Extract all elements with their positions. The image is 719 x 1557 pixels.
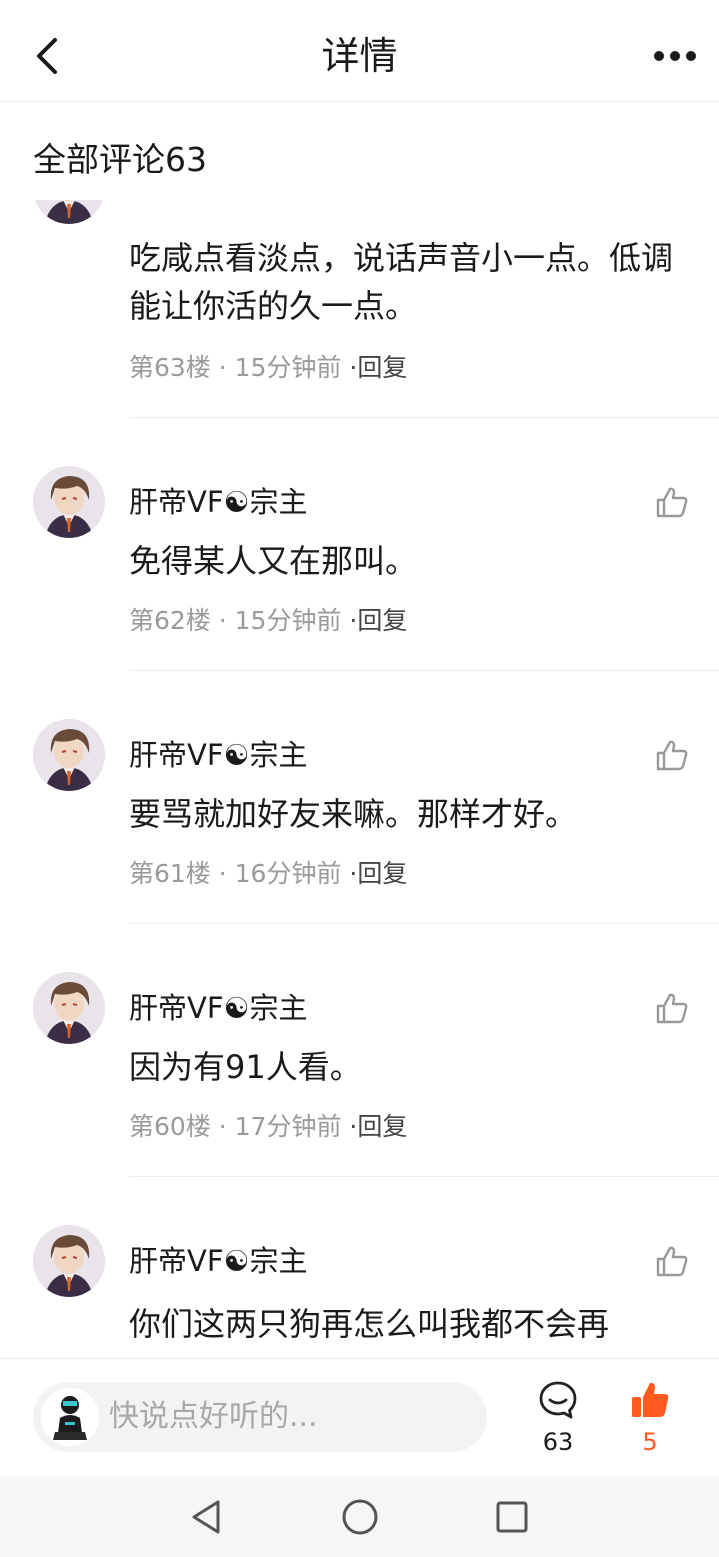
more-dots-icon (654, 51, 696, 61)
comment-floor: 第63楼 (129, 353, 211, 382)
top-header: 详情 (0, 0, 719, 102)
comment-divider (129, 1176, 719, 1177)
comment-text: 你们这两只狗再怎么叫我都不会再 (129, 1305, 610, 1343)
comment-meta: 第61楼 · 16分钟前 ·回复 (129, 859, 408, 888)
user-name[interactable]: 肝帝VF☯宗主 (129, 1241, 308, 1281)
user-name[interactable]: 肝帝VF☯宗主 (129, 482, 308, 522)
like-button[interactable] (652, 735, 692, 775)
system-nav-bar (0, 1476, 719, 1557)
like-button[interactable] (652, 1241, 692, 1281)
comment-input-placeholder: 快说点好听的... (109, 1399, 318, 1434)
chevron-left-icon (37, 38, 57, 74)
comment-time: 16分钟前 (234, 859, 342, 888)
comment-text: 要骂就加好友来嘛。那样才好。 (129, 795, 578, 833)
avatar-portrait-icon (33, 972, 105, 1044)
like-count: 5 (642, 1428, 658, 1456)
avatar-portrait-icon (33, 719, 105, 791)
user-avatar[interactable] (33, 466, 105, 538)
reply-link[interactable]: ·回复 (349, 606, 407, 635)
back-button[interactable] (22, 30, 74, 82)
user-avatar[interactable] (33, 1225, 105, 1297)
comment-divider (129, 417, 719, 418)
reply-link[interactable]: ·回复 (349, 859, 407, 888)
comment-text: 因为有91人看。 (129, 1048, 362, 1086)
comment-text: 吃咸点看淡点，说话声音小一点。低调能让你活的久一点。 (129, 239, 674, 325)
comment-time: 15分钟前 (234, 606, 342, 635)
nav-recent-button[interactable] (489, 1494, 535, 1540)
user-name[interactable]: 肝帝VF☯宗主 (129, 988, 308, 1028)
comment-meta: 第63楼 · 15分钟前 ·回复 (129, 353, 408, 382)
avatar-portrait-icon (33, 466, 105, 538)
my-avatar (41, 1388, 99, 1446)
square-recent-icon (496, 1501, 528, 1533)
comment-input-bar: 快说点好听的... 63 5 (0, 1358, 719, 1476)
circle-home-icon (342, 1499, 378, 1535)
avatar-portrait-icon (33, 200, 105, 224)
comment-list[interactable]: 吃咸点看淡点，说话声音小一点。低调能让你活的久一点。 第63楼 · 15分钟前 … (0, 200, 719, 1358)
reply-link[interactable]: ·回复 (349, 353, 407, 382)
comment-divider (129, 923, 719, 924)
comments-section-title: 全部评论63 (33, 140, 207, 179)
comment-floor: 第62楼 (129, 606, 211, 635)
comment-input[interactable]: 快说点好听的... (33, 1382, 487, 1452)
triangle-back-icon (192, 1500, 220, 1534)
thumbs-up-icon (656, 993, 688, 1024)
user-avatar[interactable] (33, 200, 105, 224)
thumbs-up-icon (656, 740, 688, 771)
like-post-button[interactable]: 5 (620, 1379, 680, 1465)
more-button[interactable] (645, 30, 705, 82)
user-avatar[interactable] (33, 972, 105, 1044)
avatar-portrait-icon (33, 1225, 105, 1297)
comment-time: 15分钟前 (234, 353, 342, 382)
page-title: 详情 (321, 34, 398, 78)
comment-bubble-icon (539, 1381, 577, 1419)
comment-floor: 第60楼 (129, 1112, 211, 1141)
user-avatar[interactable] (33, 719, 105, 791)
user-name[interactable]: 肝帝VF☯宗主 (129, 735, 308, 775)
thumbs-up-filled-icon (632, 1382, 669, 1417)
reply-link[interactable]: ·回复 (349, 1112, 407, 1141)
comment-count: 63 (542, 1428, 574, 1456)
comment-meta: 第60楼 · 17分钟前 ·回复 (129, 1112, 408, 1141)
comment-divider (129, 670, 719, 671)
comment-floor: 第61楼 (129, 859, 211, 888)
avatar-figure-icon (41, 1388, 99, 1446)
nav-home-button[interactable] (337, 1494, 383, 1540)
nav-back-button[interactable] (183, 1494, 229, 1540)
comment-meta: 第62楼 · 15分钟前 ·回复 (129, 606, 408, 635)
like-button[interactable] (652, 988, 692, 1028)
like-button[interactable] (652, 482, 692, 522)
comment-text: 免得某人又在那叫。 (129, 542, 418, 580)
comments-button[interactable]: 63 (528, 1379, 588, 1465)
thumbs-up-icon (656, 1246, 688, 1277)
comment-time: 17分钟前 (234, 1112, 342, 1141)
thumbs-up-icon (656, 487, 688, 518)
